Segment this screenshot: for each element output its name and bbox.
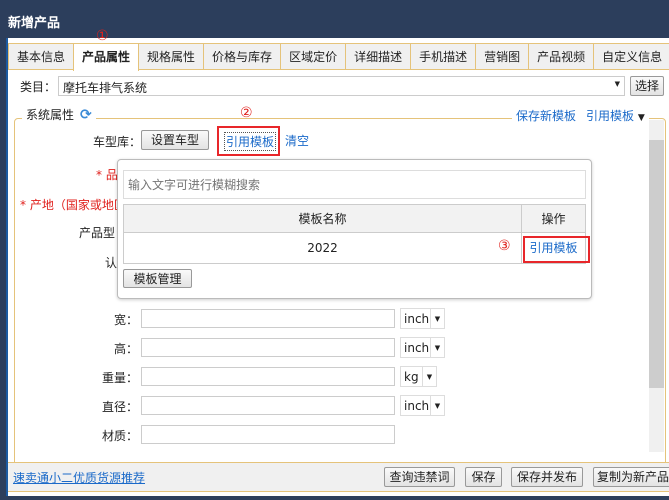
window-title: 新增产品 [8, 16, 61, 31]
tab-3[interactable]: 价格与库存 [203, 43, 282, 69]
use-template-label: 引用模板 [586, 109, 635, 123]
brand-label: * 品 [96, 168, 118, 182]
origin-label: * 产地（国家或地区 [20, 198, 126, 212]
use-template-dropdown[interactable]: 引用模板 ▼ [586, 107, 645, 124]
field-label: 材质： [101, 429, 138, 443]
use-template-link[interactable]: 引用模板 [224, 132, 277, 151]
tab-bar: 基本信息 产品属性 规格属性 价格与库存 区域定价 详细描述 手机描述 营销图 产品视频 自定义信… [8, 43, 669, 71]
chevron-down-icon: ▼ [614, 80, 620, 88]
field-label: 高： [113, 342, 138, 356]
col-header-action: 操作 [522, 205, 585, 233]
unit-select[interactable]: inch ▼ [400, 395, 445, 416]
save-publish-button[interactable]: 保存并发布 [511, 467, 583, 487]
field-input[interactable] [141, 367, 395, 386]
clear-link[interactable]: 清空 [285, 132, 309, 149]
chevron-down-icon: ▼ [430, 309, 444, 328]
field-input[interactable] [141, 396, 395, 415]
field-input[interactable] [141, 425, 395, 444]
select-button[interactable]: 选择 [630, 76, 664, 96]
check-banned-words-button[interactable]: 查询违禁词 [384, 467, 455, 487]
annotation-box-3 [523, 236, 590, 263]
cert-label: 认 [105, 256, 118, 270]
caret-down-icon: ▼ [637, 113, 645, 123]
col-header-name: 模板名称 [124, 205, 522, 233]
model-label: 产品型 [79, 226, 116, 240]
tab-4[interactable]: 区域定价 [280, 43, 347, 69]
category-value: 摩托车排气系统 [63, 81, 148, 95]
source-recommend-link[interactable]: 速卖通小二优质货源推荐 [13, 469, 145, 486]
chevron-down-icon: ▼ [430, 396, 444, 415]
refresh-icon[interactable]: ⟳ [80, 107, 92, 123]
legend-title: 系统属性 [26, 108, 75, 122]
tab-1[interactable]: 产品属性 [73, 43, 140, 71]
annotation-1: ① [96, 28, 109, 44]
tab-2[interactable]: 规格属性 [138, 43, 205, 69]
save-new-template-link[interactable]: 保存新模板 [516, 107, 576, 124]
tab-8[interactable]: 产品视频 [528, 43, 595, 69]
copy-as-new-button[interactable]: 复制为新产品 [593, 467, 669, 487]
unit-value: kg [404, 369, 419, 384]
vehicle-label: 车型库： [93, 135, 142, 149]
field-label: 重量： [101, 371, 138, 385]
unit-value: inch [404, 311, 430, 326]
category-label: 类目： [20, 80, 57, 94]
category-select[interactable]: 摩托车排气系统 ▼ [58, 76, 625, 96]
tab-7[interactable]: 营销图 [475, 43, 530, 69]
field-input[interactable] [141, 338, 395, 357]
unit-select[interactable]: inch ▼ [400, 308, 445, 329]
annotation-3: ③ [498, 238, 511, 254]
template-search-input[interactable] [123, 170, 586, 199]
chevron-down-icon: ▼ [422, 367, 436, 386]
tab-9[interactable]: 自定义信息 [593, 43, 669, 69]
field-label: 宽： [113, 313, 138, 327]
set-vehicle-button[interactable]: 设置车型 [141, 130, 209, 150]
scrollbar[interactable] [649, 120, 664, 452]
unit-select[interactable]: kg ▼ [400, 366, 437, 387]
tab-5[interactable]: 详细描述 [345, 43, 412, 69]
scrollbar-thumb[interactable] [649, 140, 664, 388]
tab-0[interactable]: 基本信息 [8, 43, 75, 69]
chevron-down-icon: ▼ [430, 338, 444, 357]
tab-6[interactable]: 手机描述 [410, 43, 477, 69]
field-input[interactable] [141, 309, 395, 328]
save-button[interactable]: 保存 [465, 467, 502, 487]
template-manage-button[interactable]: 模板管理 [123, 269, 192, 288]
unit-value: inch [404, 340, 430, 355]
template-name-cell: 2022 [124, 233, 522, 263]
unit-value: inch [404, 398, 430, 413]
annotation-2: ② [240, 105, 253, 121]
field-label: 直径： [101, 400, 138, 414]
template-popup: 模板名称 操作 2022 引用模板 ③ 模板管理 [117, 159, 592, 299]
unit-select[interactable]: inch ▼ [400, 337, 445, 358]
